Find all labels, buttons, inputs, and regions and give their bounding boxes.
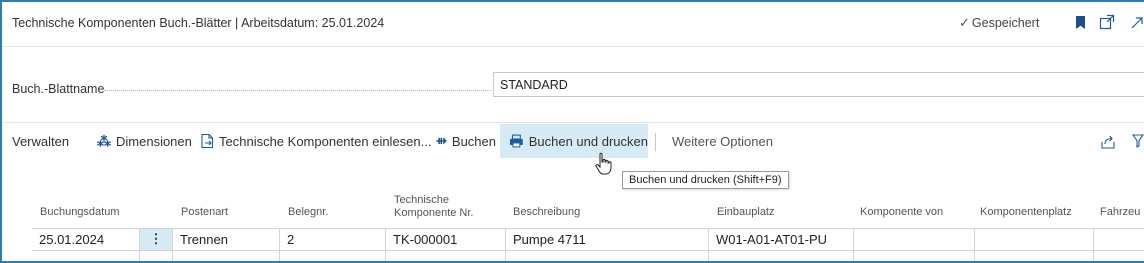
column-header-fahrzeug[interactable]: Fahrzeu	[1100, 206, 1140, 219]
empty-cell[interactable]	[140, 251, 173, 261]
buchen-und-drucken-button[interactable]: Buchen und drucken	[500, 124, 648, 158]
column-header-komponentenplatz[interactable]: Komponentenplatz	[980, 206, 1072, 219]
cell-komponentenplatz[interactable]	[975, 229, 1094, 250]
actionbar-separator	[655, 133, 656, 151]
cell-belegnr[interactable]: 2	[280, 229, 386, 250]
post-icon: ⇻	[436, 133, 447, 148]
column-header-beschreibung[interactable]: Beschreibung	[513, 206, 580, 219]
cell-komponente-von[interactable]	[854, 229, 975, 250]
column-header-komponente-von[interactable]: Komponente von	[860, 206, 943, 219]
cell-fahrzeug[interactable]	[1094, 229, 1144, 250]
buchen-button[interactable]: ⇻ Buchen	[436, 124, 496, 158]
empty-cell[interactable]	[854, 251, 975, 261]
weitere-optionen-button[interactable]: Weitere Optionen	[672, 124, 773, 158]
share-icon[interactable]	[1100, 134, 1116, 150]
journal-page: Technische Komponenten Buch.-Blätter | A…	[0, 0, 1144, 263]
column-header-einbauplatz[interactable]: Einbauplatz	[717, 206, 775, 219]
table-row-empty[interactable]	[32, 251, 1144, 261]
journal-name-row: Buch.-Blattname STANDARD	[2, 67, 1144, 103]
bookmark-icon[interactable]	[1076, 16, 1085, 29]
header-divider	[2, 46, 1144, 47]
tooltip: Buchen und drucken (Shift+F9)	[622, 171, 789, 189]
kebab-menu-icon[interactable]: ⋮	[140, 229, 173, 250]
weitere-optionen-label: Weitere Optionen	[672, 133, 773, 149]
empty-cell[interactable]	[386, 251, 506, 261]
column-header-tech-line1: Technische	[394, 194, 450, 206]
saved-label: Gespeichert	[971, 16, 1040, 30]
dimensionen-button[interactable]: ⁂ Dimensionen	[97, 124, 192, 158]
cell-postenart[interactable]: Trennen	[173, 229, 280, 250]
buchen-und-drucken-label: Buchen und drucken	[528, 133, 648, 149]
cell-technische-komponente-nr[interactable]: TK-000001	[386, 229, 506, 250]
empty-cell[interactable]	[173, 251, 280, 261]
dimensions-icon: ⁂	[97, 132, 111, 149]
buchen-label: Buchen	[451, 133, 496, 149]
print-icon	[509, 134, 523, 148]
column-header-tech-line2: Komponente Nr.	[394, 207, 474, 219]
empty-cell[interactable]	[32, 251, 140, 261]
journal-name-label: Buch.-Blattname	[12, 82, 105, 96]
action-bar: Verwalten ⁂ Dimensionen Technische Kompo…	[2, 124, 1144, 158]
collapse-icon[interactable]	[1130, 14, 1144, 30]
hand-cursor-icon	[595, 152, 612, 175]
cell-einbauplatz[interactable]: W01-A01-AT01-PU	[709, 229, 854, 250]
cell-beschreibung[interactable]: Pumpe 4711	[506, 229, 709, 250]
filter-icon[interactable]	[1132, 134, 1144, 148]
table-row[interactable]: 25.01.2024 ⋮ Trennen 2 TK-000001 Pumpe 4…	[32, 229, 1144, 250]
column-header-technische-komponente-nr[interactable]: Technische Komponente Nr.	[394, 194, 474, 220]
column-header-belegnr[interactable]: Belegnr.	[288, 206, 328, 219]
verwalten-button[interactable]: Verwalten	[12, 124, 69, 158]
column-header-postenart[interactable]: Postenart	[181, 206, 228, 219]
dimensionen-label: Dimensionen	[116, 133, 192, 149]
empty-cell[interactable]	[280, 251, 386, 261]
empty-cell[interactable]	[975, 251, 1094, 261]
journal-name-value: STANDARD	[500, 78, 568, 92]
import-components-button[interactable]: Technische Komponenten einlesen...	[200, 124, 431, 158]
page-header: Technische Komponenten Buch.-Blätter | A…	[2, 2, 1144, 46]
empty-cell[interactable]	[709, 251, 854, 261]
import-icon	[201, 133, 214, 149]
check-icon: ✓	[959, 15, 970, 30]
saved-status: ✓ Gespeichert	[959, 15, 1039, 31]
actionbar-divider	[2, 122, 1144, 123]
popout-icon[interactable]	[1099, 14, 1115, 30]
import-components-label: Technische Komponenten einlesen...	[219, 133, 432, 149]
cell-buchungsdatum[interactable]: 25.01.2024	[32, 229, 140, 250]
page-title: Technische Komponenten Buch.-Blätter | A…	[12, 16, 385, 30]
verwalten-label: Verwalten	[12, 133, 70, 149]
empty-cell[interactable]	[506, 251, 709, 261]
journal-name-field[interactable]: STANDARD	[493, 72, 1144, 97]
label-leader-dots	[104, 90, 492, 91]
column-header-buchungsdatum[interactable]: Buchungsdatum	[40, 206, 120, 219]
